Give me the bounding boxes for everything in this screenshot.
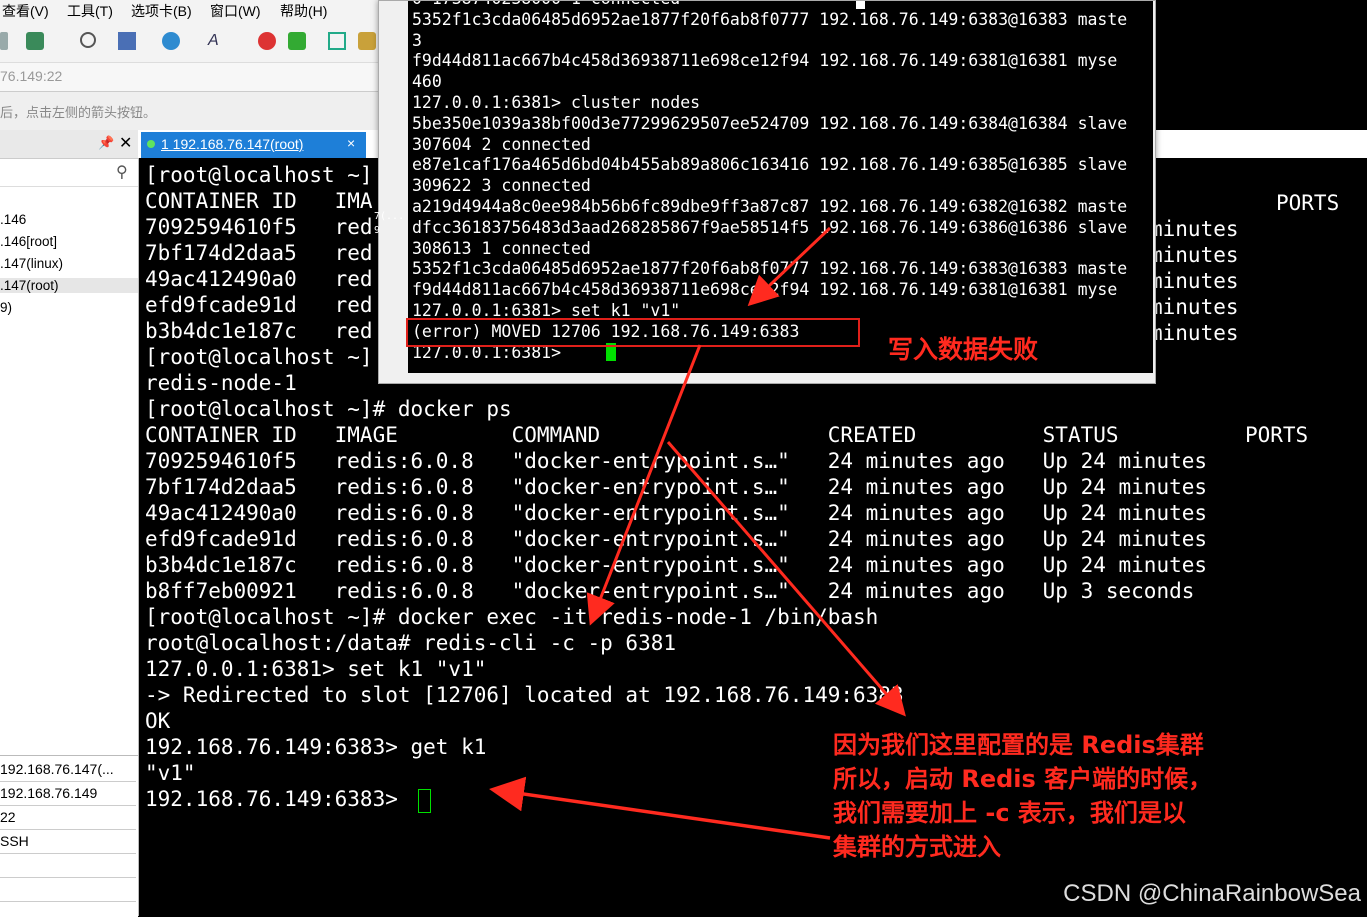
arrow-to-error (747, 226, 832, 307)
annotation-arrows (489, 226, 906, 840)
arrow-to-prompt (489, 776, 831, 840)
arrow-from-cli-flag (666, 441, 906, 717)
arrow-to-cli-flag (586, 344, 702, 626)
watermark: CSDN @ChinaRainbowSea (1063, 880, 1361, 907)
